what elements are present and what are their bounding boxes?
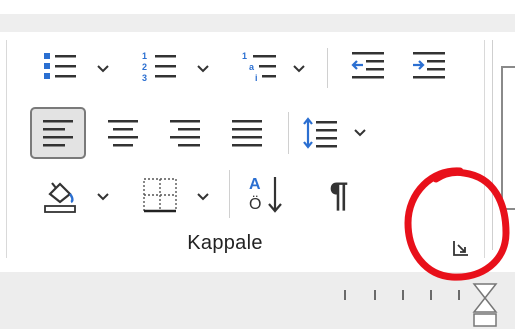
borders-dropdown-chevron-down-icon[interactable] [196, 190, 210, 204]
ruler-tick [430, 290, 432, 300]
bullets-icon [44, 53, 76, 79]
numbering-dropdown-chevron-down-icon[interactable] [196, 62, 210, 76]
indent-marker-icon[interactable] [470, 280, 500, 329]
paint-bucket-icon [44, 182, 76, 213]
svg-text:i: i [255, 73, 258, 83]
borders-button[interactable] [134, 172, 186, 218]
numbering-icon: 1 2 3 [142, 51, 176, 83]
svg-text:1: 1 [142, 51, 147, 61]
justify-icon [232, 120, 262, 147]
align-right-icon [170, 120, 200, 147]
center-button[interactable] [98, 110, 148, 156]
show-hide-marks-button[interactable]: ¶ [316, 172, 362, 218]
group-label: Kappale [187, 232, 263, 254]
horizontal-ruler[interactable] [0, 290, 515, 310]
multilevel-list-button[interactable]: 1 a i [234, 46, 286, 86]
justify-button[interactable] [222, 110, 272, 156]
svg-text:1: 1 [242, 51, 247, 61]
ruler-tick [344, 290, 346, 300]
increase-indent-icon [413, 52, 445, 79]
shading-button[interactable] [34, 172, 86, 218]
decrease-indent-icon [351, 52, 384, 79]
line-spacing-dropdown-chevron-down-icon[interactable] [353, 126, 367, 140]
pilcrow-icon: ¶ [329, 175, 349, 214]
styles-gallery-edge[interactable] [501, 66, 515, 210]
decrease-indent-button[interactable] [344, 46, 392, 86]
group-separator-right [484, 40, 485, 258]
increase-indent-button[interactable] [405, 46, 453, 86]
sort-button[interactable]: A Ö [240, 170, 294, 218]
sort-letter-bottom: Ö [249, 195, 261, 213]
sort-icon: A Ö [249, 176, 282, 213]
ruler-tick [458, 290, 460, 300]
ruler-tick [374, 290, 376, 300]
align-center-icon [108, 120, 138, 147]
align-right-button[interactable] [160, 110, 210, 156]
ribbon-tab-area [0, 14, 515, 32]
align-left-button[interactable] [30, 107, 86, 159]
row1-separator [327, 48, 328, 88]
multilevel-list-icon: 1 a i [242, 51, 276, 83]
shading-dropdown-chevron-down-icon[interactable] [96, 190, 110, 204]
svg-text:2: 2 [142, 62, 147, 72]
bullets-button[interactable] [34, 46, 86, 86]
svg-text:a: a [249, 62, 255, 72]
borders-icon [143, 178, 177, 213]
next-group-edge [492, 40, 515, 250]
numbering-button[interactable]: 1 2 3 [134, 46, 186, 86]
align-left-icon [43, 120, 73, 147]
ruler-tick [402, 290, 404, 300]
sort-letter-top: A [249, 176, 261, 193]
row3-separator [229, 170, 230, 218]
line-spacing-icon [303, 117, 337, 149]
svg-text:3: 3 [142, 73, 147, 83]
group-separator-left [6, 40, 7, 258]
bullets-dropdown-chevron-down-icon[interactable] [96, 62, 110, 76]
line-spacing-button[interactable] [296, 110, 346, 156]
row2-separator [288, 112, 289, 154]
dialog-launcher-icon[interactable] [452, 239, 470, 257]
multilevel-dropdown-chevron-down-icon[interactable] [292, 62, 306, 76]
